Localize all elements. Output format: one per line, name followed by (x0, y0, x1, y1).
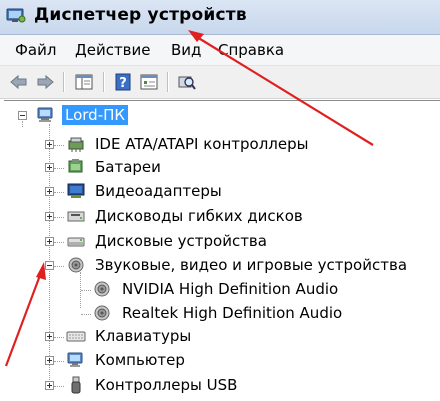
category-expand-toggle[interactable] (45, 163, 54, 172)
tree-category-label[interactable]: Клавиатуры (95, 327, 191, 345)
tree-line (54, 192, 64, 193)
disk-drive-icon (67, 237, 85, 247)
tree-category-label[interactable]: IDE ATA/ATAPI контроллеры (95, 135, 308, 153)
tree-category-label[interactable]: Компьютер (95, 351, 185, 369)
tree-line (54, 337, 64, 338)
tree-line (54, 145, 64, 146)
tree-line (81, 290, 91, 291)
tree-line (54, 386, 64, 387)
computer-icon (67, 352, 83, 367)
usb-icon (71, 376, 81, 394)
menu-view[interactable]: Вид (171, 41, 201, 59)
category-expand-toggle[interactable] (45, 332, 54, 341)
tree-line (54, 266, 64, 267)
tree-line (54, 242, 64, 243)
category-expand-toggle[interactable] (45, 212, 54, 221)
tree-category-label[interactable]: Видеоадаптеры (95, 182, 222, 200)
back-icon (10, 74, 27, 90)
tree-device-label[interactable]: Realtek High Definition Audio (122, 304, 342, 322)
help-icon: ? (115, 73, 131, 91)
root-node-label[interactable]: Lord-ПК (62, 105, 129, 125)
scan-hardware-button[interactable] (176, 72, 198, 92)
tree-category-label[interactable]: Дисковые устройства (95, 232, 267, 250)
tree-category-label[interactable]: Звуковые, видео и игровые устройства (95, 256, 407, 274)
help-button[interactable]: ? (112, 72, 134, 92)
device-manager-icon (6, 8, 26, 23)
title-bar: Диспетчер устройств (0, 0, 440, 35)
window-title: Диспетчер устройств (34, 5, 247, 25)
tree-line (81, 314, 91, 315)
category-expand-toggle[interactable] (45, 356, 54, 365)
tree-category-label[interactable]: Дисководы гибких дисков (95, 207, 303, 225)
forward-icon (37, 74, 54, 90)
category-collapse-toggle[interactable] (45, 261, 54, 270)
forward-button[interactable] (34, 72, 56, 92)
properties-icon (140, 74, 158, 90)
speaker-icon (68, 257, 84, 273)
category-expand-toggle[interactable] (45, 187, 54, 196)
tree-line (22, 121, 23, 127)
toolbar: ? (0, 66, 440, 99)
properties-button[interactable] (138, 72, 160, 92)
back-button[interactable] (8, 72, 30, 92)
category-expand-toggle[interactable] (45, 140, 54, 149)
tree-line (54, 168, 64, 169)
menu-bar: Файл Действие Вид Справка (0, 35, 440, 66)
category-expand-toggle[interactable] (45, 237, 54, 246)
category-expand-toggle[interactable] (45, 381, 54, 390)
speaker-icon (94, 281, 110, 297)
svg-text:?: ? (119, 76, 127, 91)
toolbar-separator (103, 72, 105, 92)
scan-hardware-icon (178, 76, 196, 90)
menu-help[interactable]: Справка (218, 41, 284, 59)
tree-line (54, 217, 64, 218)
display-adapter-icon (67, 183, 85, 198)
show-hide-tree-icon (75, 74, 93, 90)
computer-root-icon (37, 107, 53, 122)
tree-category-label[interactable]: Батареи (95, 158, 161, 176)
tree-category-label[interactable]: Контроллеры USB (95, 376, 237, 394)
menu-file[interactable]: Файл (15, 41, 56, 59)
tree-line (54, 361, 64, 362)
toolbar-separator (167, 72, 169, 92)
ide-controller-icon (68, 137, 84, 152)
menu-action[interactable]: Действие (75, 41, 151, 59)
root-collapse-toggle[interactable] (18, 111, 27, 120)
show-hide-tree-button[interactable] (73, 72, 95, 92)
keyboard-icon (66, 331, 86, 342)
tree-device-label[interactable]: NVIDIA High Definition Audio (122, 280, 338, 298)
floppy-drive-icon (67, 211, 85, 222)
toolbar-separator (63, 72, 65, 92)
battery-icon (68, 159, 83, 173)
speaker-icon (94, 305, 110, 321)
